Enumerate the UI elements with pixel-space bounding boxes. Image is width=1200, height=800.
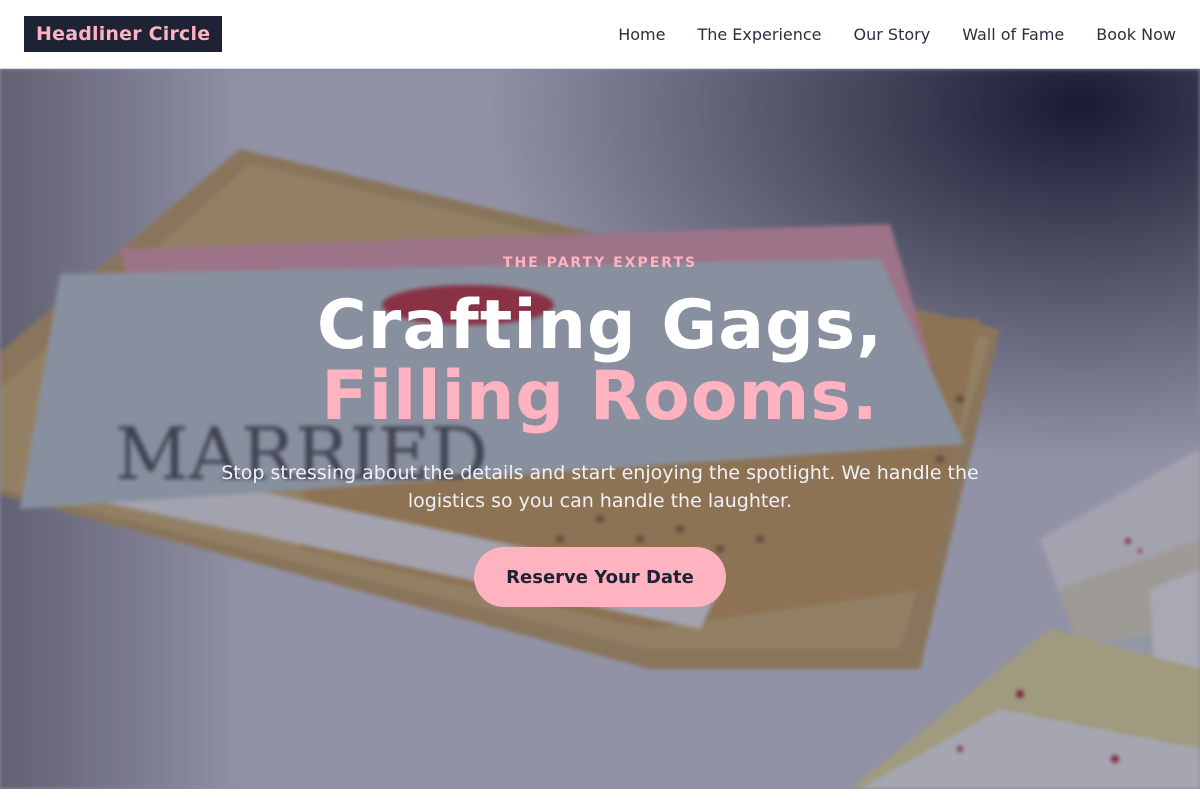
reserve-date-button[interactable]: Reserve Your Date bbox=[474, 547, 726, 607]
hero-subtitle: Stop stressing about the details and sta… bbox=[221, 462, 979, 512]
hero-eyebrow: THE PARTY EXPERTS bbox=[502, 255, 698, 271]
hero-headline-line2: Filling Rooms. bbox=[321, 357, 879, 436]
nav-wall-of-fame-link[interactable]: Wall of Fame bbox=[962, 25, 1064, 44]
page-bottom-strip bbox=[0, 789, 1200, 800]
hero-content: THE PARTY EXPERTS Crafting Gags, Filling… bbox=[0, 69, 1200, 789]
main-nav: Home The Experience Our Story Wall of Fa… bbox=[618, 0, 1176, 68]
nav-our-story-link[interactable]: Our Story bbox=[854, 25, 931, 44]
brand-logo[interactable]: Headliner Circle bbox=[24, 16, 223, 52]
nav-experience-link[interactable]: The Experience bbox=[697, 25, 821, 44]
hero-section: MARRIED THE PARTY EXPERTS Crafting Gags,… bbox=[0, 69, 1200, 789]
nav-home-link[interactable]: Home bbox=[618, 25, 665, 44]
site-header: Headliner Circle Home The Experience Our… bbox=[0, 0, 1200, 69]
hero-headline-line1: Crafting Gags, bbox=[316, 286, 884, 365]
nav-book-now-link[interactable]: Book Now bbox=[1096, 25, 1176, 44]
